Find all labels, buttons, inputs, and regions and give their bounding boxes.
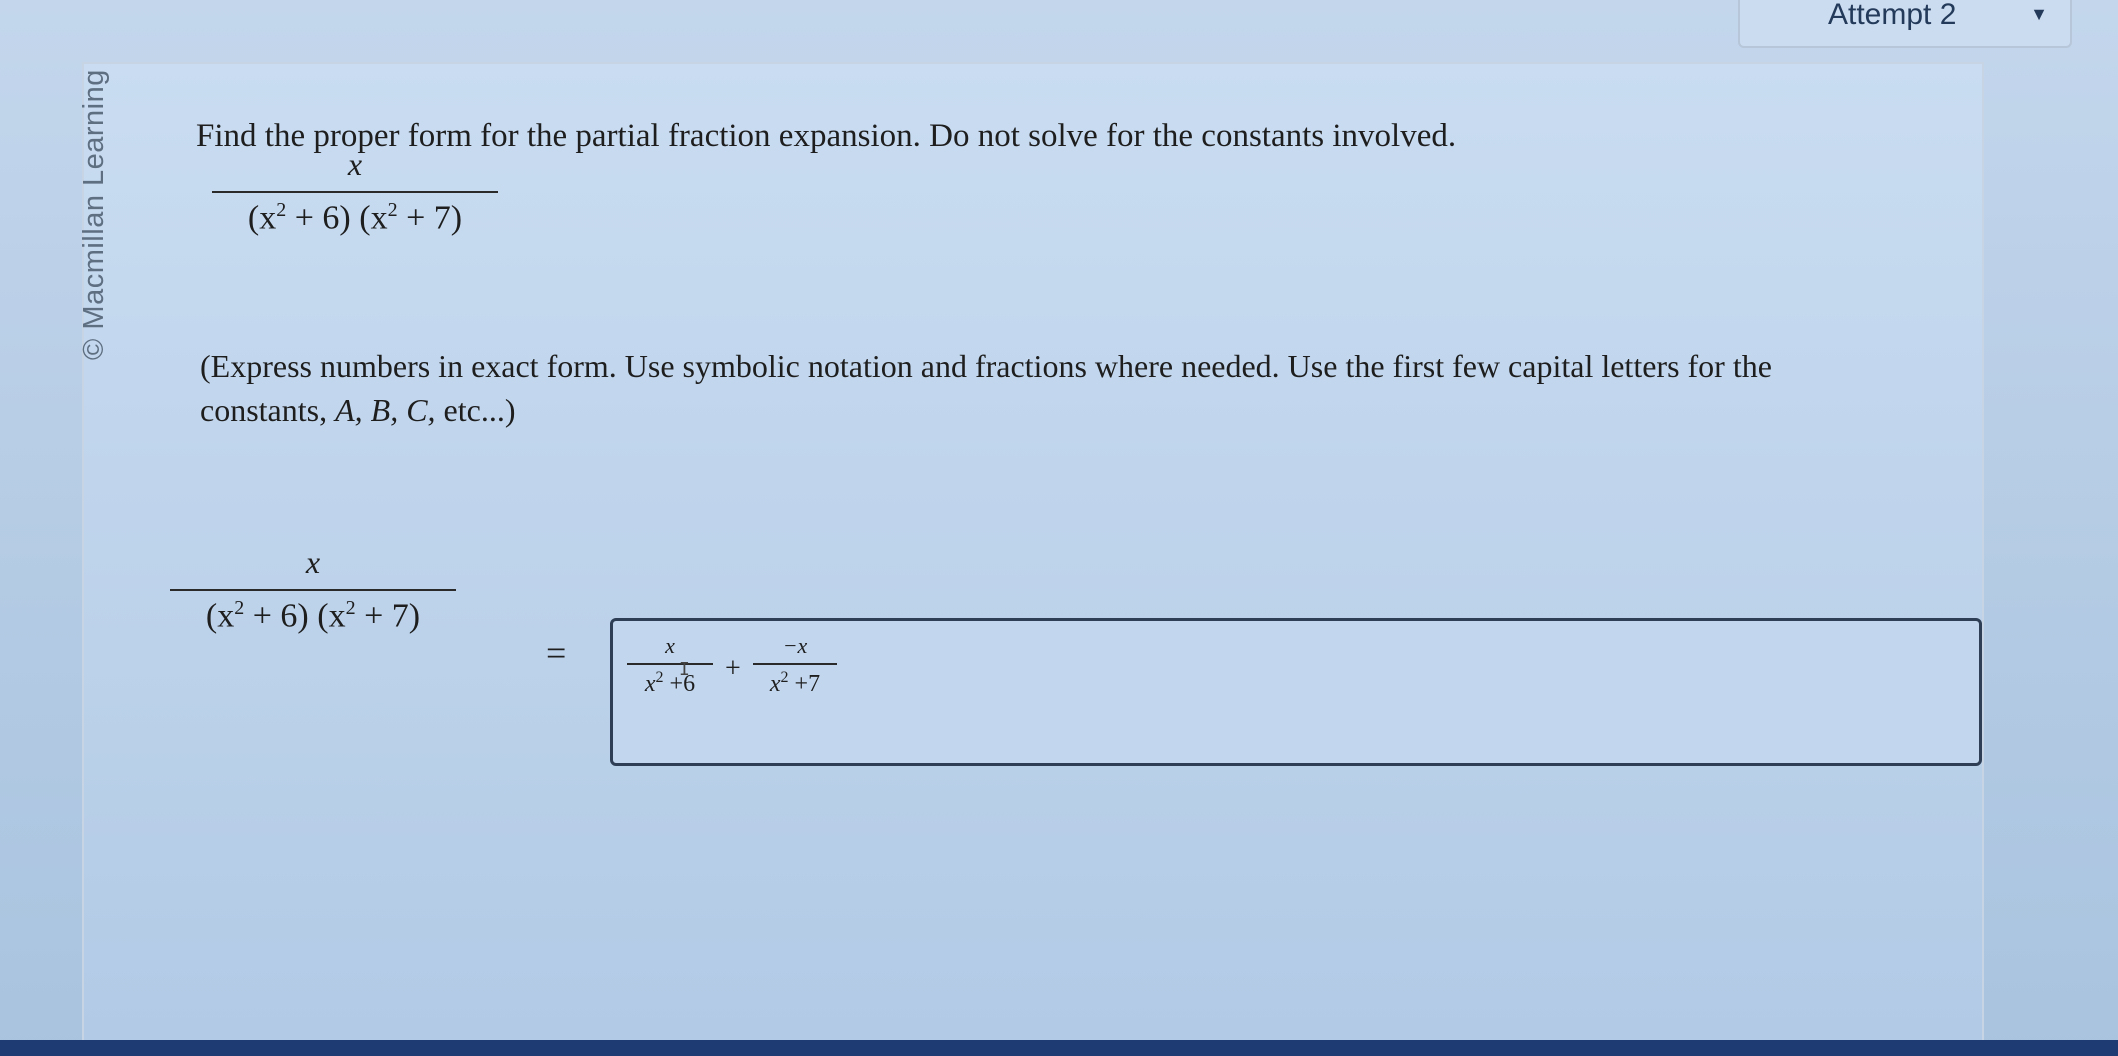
text-cursor-icon: I xyxy=(679,659,690,680)
term1-numerator: x xyxy=(665,633,675,658)
answer-term-2: −x x2 +7 xyxy=(753,633,837,698)
question-fraction: x (x2 + 6) (x2 + 7) xyxy=(212,146,498,237)
taskbar-strip xyxy=(0,1040,2118,1056)
fraction-numerator: x xyxy=(347,146,363,182)
fraction-bar xyxy=(212,191,498,193)
answer-input[interactable]: x x2 +6 I + −x x2 +7 xyxy=(610,618,1982,766)
plus-operator: + xyxy=(725,653,741,684)
lhs-fraction: x (x2 + 6) (x2 + 7) xyxy=(170,544,456,635)
term2-denominator: x2 +7 xyxy=(769,669,821,697)
lhs-fraction-bar xyxy=(170,589,456,591)
term2-bar xyxy=(753,663,837,665)
copyright-credit: © Macmillan Learning xyxy=(78,69,110,360)
question-panel: Find the proper form for the partial fra… xyxy=(82,62,1984,1046)
equals-sign: = xyxy=(546,633,567,673)
term1-bar xyxy=(627,663,713,665)
screen: Attempt 2 ▼ Find the proper form for the… xyxy=(0,0,2118,1056)
instructions: (Express numbers in exact form. Use symb… xyxy=(200,344,1772,432)
lhs-denominator: (x2 + 6) (x2 + 7) xyxy=(205,597,421,635)
fraction-denominator: (x2 + 6) (x2 + 7) xyxy=(247,199,463,237)
attempt-dropdown[interactable]: Attempt 2 ▼ xyxy=(1738,0,2072,48)
attempt-label: Attempt 2 xyxy=(1828,0,1957,31)
chevron-down-icon[interactable]: ▼ xyxy=(2030,4,2048,25)
term2-numerator: −x xyxy=(782,633,808,658)
instruction-line-1: (Express numbers in exact form. Use symb… xyxy=(200,348,1772,384)
answer-term-1: x x2 +6 xyxy=(627,633,713,698)
lhs-numerator: x xyxy=(305,544,321,580)
term1-denominator: x2 +6 xyxy=(644,669,696,697)
instruction-line-2: constants, A, B, C, etc...) xyxy=(200,392,516,428)
